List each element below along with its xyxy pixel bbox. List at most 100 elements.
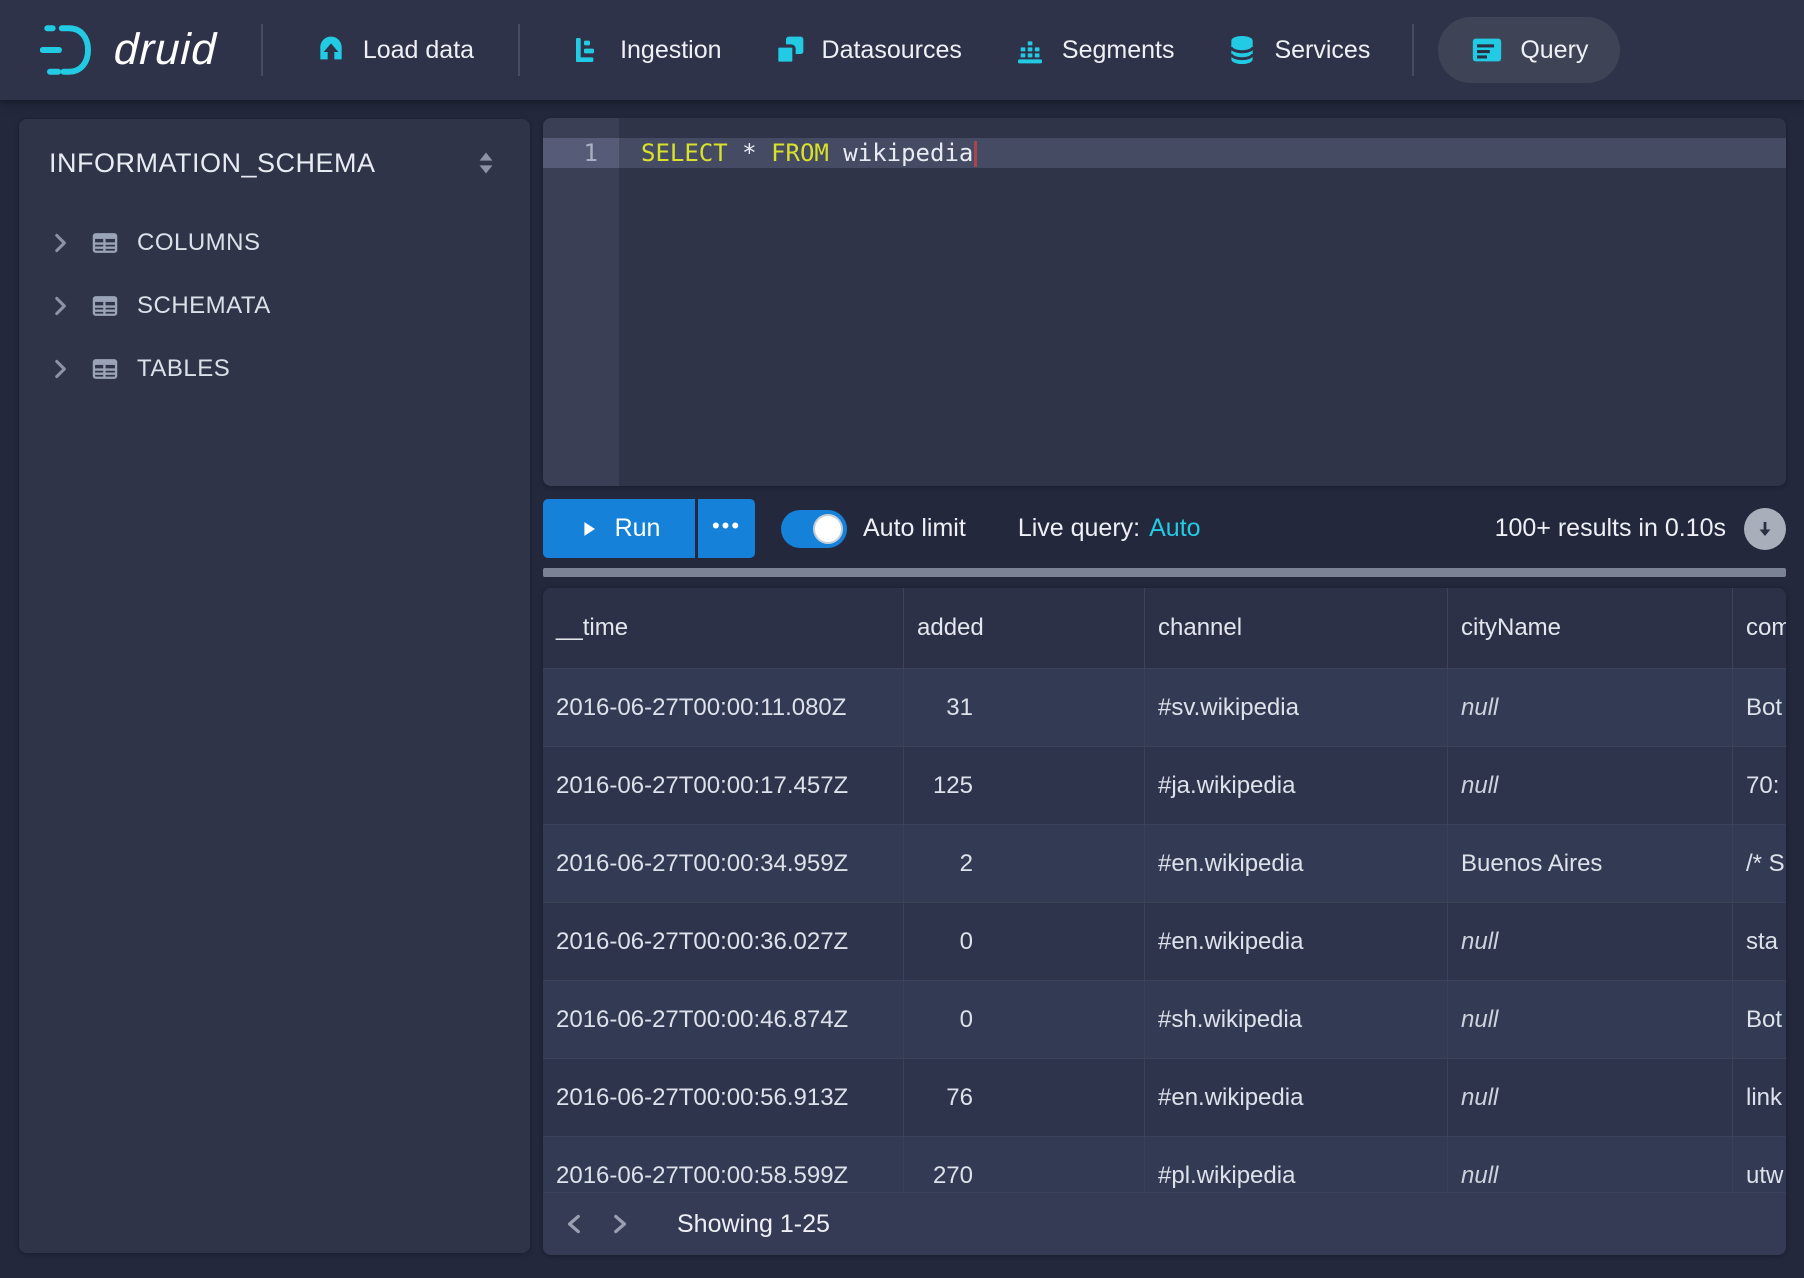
schema-selector: INFORMATION_SCHEMA: [43, 145, 506, 179]
showing-label: Showing 1-25: [677, 1210, 830, 1239]
table-cell[interactable]: Bot: [1733, 981, 1786, 1058]
chevron-right-icon[interactable]: [47, 293, 73, 319]
table-cell[interactable]: 31: [904, 669, 1145, 746]
sidebar-item-schemata[interactable]: SCHEMATA: [43, 282, 506, 330]
column-header[interactable]: __time: [543, 588, 904, 668]
run-button[interactable]: Run: [543, 499, 695, 558]
live-query-value[interactable]: Auto: [1149, 514, 1200, 543]
table-icon: [91, 292, 119, 320]
nav-item-load-data[interactable]: Load data: [315, 34, 474, 66]
sql-star: *: [728, 139, 771, 167]
prev-page-button[interactable]: [553, 1202, 597, 1246]
resize-splitter[interactable]: [543, 568, 1786, 577]
column-header[interactable]: comment: [1733, 588, 1786, 668]
logo-wordmark: druid: [113, 25, 218, 75]
sidebar-item-tables[interactable]: TABLES: [43, 345, 506, 393]
table-cell[interactable]: #sv.wikipedia: [1145, 669, 1448, 746]
nav-item-query[interactable]: Query: [1438, 17, 1620, 83]
text-cursor: [974, 141, 977, 167]
top-nav: druid Load data Ingestion Datasources: [0, 0, 1804, 100]
chevron-right-icon: [606, 1211, 632, 1237]
auto-limit-toggle[interactable]: [781, 510, 847, 548]
table-cell[interactable]: 2016-06-27T00:00:36.027Z: [543, 903, 904, 980]
table-cell[interactable]: #pl.wikipedia: [1145, 1137, 1448, 1192]
table-cell[interactable]: null: [1448, 981, 1733, 1058]
table-cell[interactable]: 2016-06-27T00:00:56.913Z: [543, 1059, 904, 1136]
table-cell[interactable]: 270: [904, 1137, 1145, 1192]
nav-item-label: Ingestion: [620, 36, 721, 65]
double-caret-icon[interactable]: [470, 147, 502, 179]
sidebar-item-columns[interactable]: COLUMNS: [43, 219, 506, 267]
chevron-right-icon[interactable]: [47, 230, 73, 256]
table-cell[interactable]: null: [1448, 1137, 1733, 1192]
column-header[interactable]: channel: [1145, 588, 1448, 668]
table-cell[interactable]: 76: [904, 1059, 1145, 1136]
nav-item-datasources[interactable]: Datasources: [774, 34, 962, 66]
query-results: __time added channel cityName comment 20…: [543, 588, 1786, 1255]
chevron-right-icon[interactable]: [47, 356, 73, 382]
table-cell[interactable]: 70:: [1733, 747, 1786, 824]
toggle-knob: [813, 514, 843, 544]
ingestion-icon: [572, 34, 604, 66]
table-cell[interactable]: Buenos Aires: [1448, 825, 1733, 902]
table-cell[interactable]: #ja.wikipedia: [1145, 747, 1448, 824]
query-toolbar: Run ••• Auto limit Live query: Auto 100+…: [543, 499, 1786, 558]
table-cell[interactable]: #en.wikipedia: [1145, 903, 1448, 980]
auto-limit-label: Auto limit: [863, 514, 966, 543]
next-page-button[interactable]: [597, 1202, 641, 1246]
table-cell[interactable]: 0: [904, 981, 1145, 1058]
run-button-label: Run: [615, 514, 661, 543]
nav-divider: [518, 24, 520, 76]
table-cell[interactable]: 0: [904, 903, 1145, 980]
table-cell[interactable]: null: [1448, 747, 1733, 824]
table-cell[interactable]: 2016-06-27T00:00:46.874Z: [543, 981, 904, 1058]
table-row: 2016-06-27T00:00:56.913Z76#en.wikipedian…: [543, 1059, 1786, 1137]
table-cell[interactable]: 2: [904, 825, 1145, 902]
table-cell[interactable]: 2016-06-27T00:00:34.959Z: [543, 825, 904, 902]
nav-item-services[interactable]: Services: [1226, 34, 1370, 66]
table-cell[interactable]: Bot: [1733, 669, 1786, 746]
results-summary: 100+ results in 0.10s: [1495, 514, 1726, 543]
table-cell[interactable]: null: [1448, 903, 1733, 980]
sidebar-item-label: SCHEMATA: [137, 292, 271, 320]
table-cell[interactable]: utw: [1733, 1137, 1786, 1192]
services-icon: [1226, 34, 1258, 66]
nav-divider: [261, 24, 263, 76]
nav-item-label: Services: [1274, 36, 1370, 65]
column-header[interactable]: cityName: [1448, 588, 1733, 668]
table-cell[interactable]: #en.wikipedia: [1145, 1059, 1448, 1136]
ellipsis-icon: •••: [712, 513, 741, 539]
table-cell[interactable]: 2016-06-27T00:00:58.599Z: [543, 1137, 904, 1192]
druid-logo-icon: [40, 21, 98, 79]
sql-keyword: SELECT: [641, 139, 728, 167]
logo[interactable]: druid: [40, 21, 217, 79]
table-cell[interactable]: 125: [904, 747, 1145, 824]
table-cell[interactable]: 2016-06-27T00:00:17.457Z: [543, 747, 904, 824]
column-header[interactable]: added: [904, 588, 1145, 668]
table-cell[interactable]: #sh.wikipedia: [1145, 981, 1448, 1058]
results-table-header: __time added channel cityName comment: [543, 588, 1786, 669]
editor-gutter: 1: [543, 118, 619, 486]
table-cell[interactable]: sta: [1733, 903, 1786, 980]
download-button[interactable]: [1744, 508, 1786, 550]
sql-text: SELECT * FROM wikipedia: [619, 138, 1786, 168]
nav-item-ingestion[interactable]: Ingestion: [572, 34, 721, 66]
table-cell[interactable]: /* S: [1733, 825, 1786, 902]
table-cell[interactable]: null: [1448, 669, 1733, 746]
table-cell[interactable]: link: [1733, 1059, 1786, 1136]
run-more-button[interactable]: •••: [698, 499, 755, 558]
table-row: 2016-06-27T00:00:34.959Z2#en.wikipediaBu…: [543, 825, 1786, 903]
table-cell[interactable]: null: [1448, 1059, 1733, 1136]
query-icon: [1470, 33, 1504, 67]
play-icon: [578, 518, 600, 540]
nav-item-segments[interactable]: Segments: [1014, 34, 1175, 66]
download-icon: [1752, 516, 1778, 542]
table-cell[interactable]: 2016-06-27T00:00:11.080Z: [543, 669, 904, 746]
schema-tree: COLUMNS SCHEMATA TABLES: [43, 219, 506, 393]
table-icon: [91, 355, 119, 383]
sidebar-item-label: TABLES: [137, 355, 230, 383]
table-row: 2016-06-27T00:00:36.027Z0#en.wikipedianu…: [543, 903, 1786, 981]
sql-input[interactable]: SELECT * FROM wikipedia: [619, 118, 1786, 486]
nav-divider: [1412, 24, 1414, 76]
table-cell[interactable]: #en.wikipedia: [1145, 825, 1448, 902]
